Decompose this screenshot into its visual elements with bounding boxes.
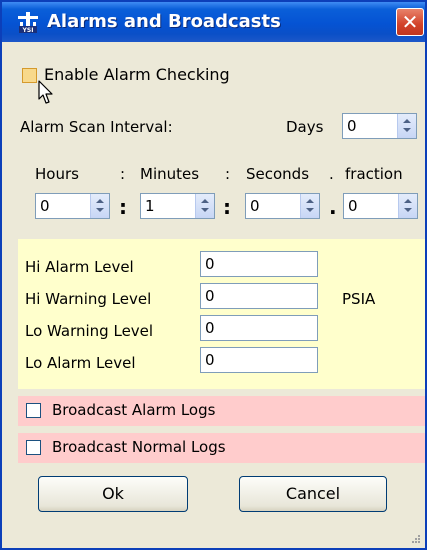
resize-grip-icon[interactable] (409, 532, 421, 544)
broadcast-alarm-logs-label: Broadcast Alarm Logs (52, 401, 216, 419)
broadcast-normal-logs-checkbox[interactable] (26, 440, 41, 455)
minutes-spin-arrows-icon[interactable] (195, 194, 214, 218)
header-separator-2: : (225, 165, 231, 183)
value-separator-3: . (329, 195, 337, 219)
title-bar[interactable]: YSI Alarms and Broadcasts ✕ (2, 2, 425, 42)
lo-alarm-level-input[interactable]: 0 (200, 347, 318, 373)
days-spinner[interactable]: 0 (342, 113, 417, 139)
broadcast-normal-logs-label: Broadcast Normal Logs (52, 438, 226, 456)
mouse-pointer-icon (38, 80, 53, 104)
header-separator-3: . (329, 165, 334, 183)
fraction-value: 0 (348, 197, 358, 215)
hi-alarm-level-input[interactable]: 0 (200, 251, 318, 277)
close-button[interactable]: ✕ (396, 8, 424, 36)
seconds-spinner[interactable]: 0 (245, 193, 320, 219)
svg-text:YSI: YSI (22, 27, 34, 34)
minutes-label: Minutes (140, 165, 200, 183)
enable-alarm-label: Enable Alarm Checking (44, 65, 230, 84)
hours-value: 0 (40, 197, 50, 215)
hi-warning-level-value: 0 (205, 287, 215, 305)
hours-label: Hours (35, 165, 79, 183)
hi-warning-level-input[interactable]: 0 (200, 283, 318, 309)
hours-spinner[interactable]: 0 (35, 193, 110, 219)
fraction-label: fraction (345, 165, 403, 183)
minutes-spinner[interactable]: 1 (140, 193, 215, 219)
seconds-label: Seconds (246, 165, 310, 183)
ok-button[interactable]: Ok (38, 476, 188, 512)
cancel-button[interactable]: Cancel (239, 476, 387, 512)
header-separator-1: : (120, 165, 126, 183)
close-icon: ✕ (401, 10, 419, 34)
value-separator-1: : (119, 195, 127, 219)
value-separator-2: : (223, 195, 231, 219)
lo-alarm-level-label: Lo Alarm Level (25, 354, 136, 372)
hi-alarm-level-label: Hi Alarm Level (25, 258, 134, 276)
hours-spin-arrows-icon[interactable] (90, 194, 109, 218)
seconds-spin-arrows-icon[interactable] (300, 194, 319, 218)
window-title: Alarms and Broadcasts (47, 11, 281, 32)
hi-alarm-level-value: 0 (205, 255, 215, 273)
lo-warning-level-input[interactable]: 0 (200, 315, 318, 341)
days-value: 0 (347, 117, 357, 135)
alarm-scan-interval-label: Alarm Scan Interval: (20, 118, 173, 136)
fraction-spin-arrows-icon[interactable] (398, 194, 417, 218)
minutes-value: 1 (145, 197, 155, 215)
lo-warning-level-value: 0 (205, 319, 215, 337)
days-label: Days (286, 118, 324, 136)
seconds-value: 0 (250, 197, 260, 215)
lo-warning-level-label: Lo Warning Level (25, 322, 154, 340)
fraction-spinner[interactable]: 0 (343, 193, 418, 219)
unit-label: PSIA (342, 290, 376, 308)
ysi-app-icon: YSI (18, 12, 38, 34)
enable-alarm-checkbox[interactable] (22, 68, 37, 83)
hi-warning-level-label: Hi Warning Level (25, 290, 152, 308)
broadcast-alarm-logs-checkbox[interactable] (26, 403, 41, 418)
days-spin-arrows-icon[interactable] (397, 114, 416, 138)
dialog-window: YSI Alarms and Broadcasts ✕ Enable Alarm… (0, 0, 427, 550)
lo-alarm-level-value: 0 (205, 351, 215, 369)
